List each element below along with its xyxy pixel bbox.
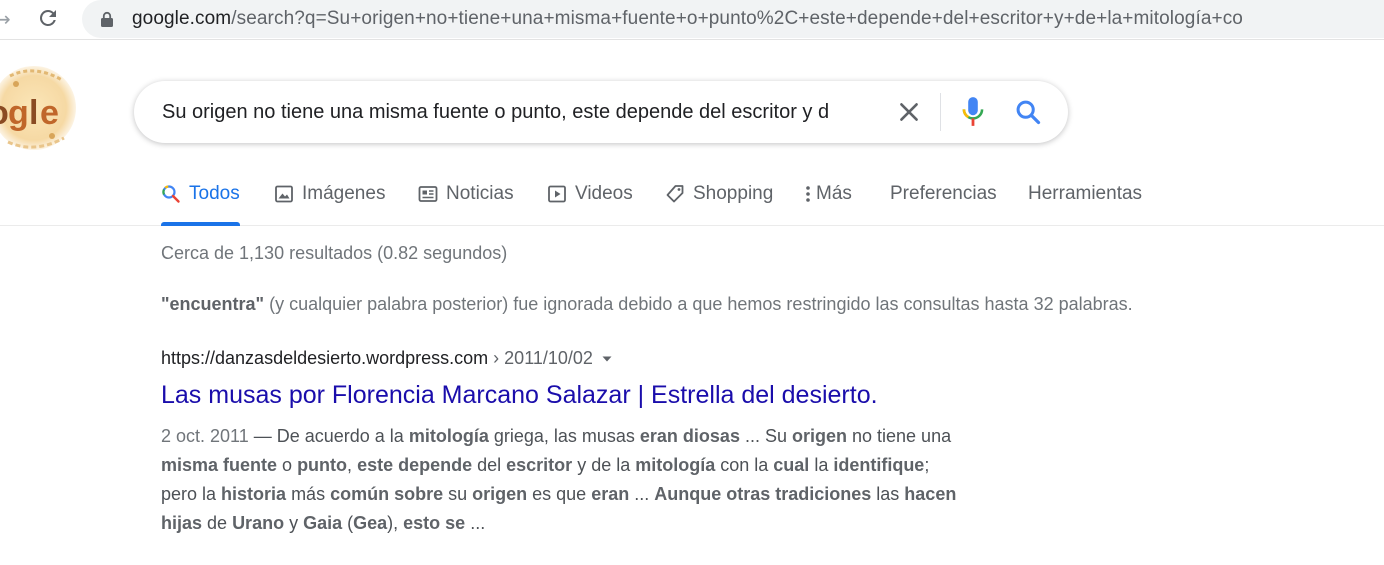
ignored-words-note: "encuentra" (y cualquier palabra posteri… bbox=[161, 294, 1133, 315]
search-box bbox=[134, 81, 1068, 143]
result-url: https://danzasdeldesierto.wordpress.com bbox=[161, 348, 489, 368]
search-icon bbox=[162, 185, 180, 203]
tab-label: Herramientas bbox=[1028, 183, 1143, 204]
snippet-text: no tiene una bbox=[847, 426, 952, 446]
snippet-highlight: Gea bbox=[353, 513, 388, 533]
snippet-highlight: este depende bbox=[357, 455, 473, 475]
snippet-highlight: punto bbox=[297, 455, 348, 475]
snippet-text: — De acuerdo a la bbox=[248, 426, 409, 446]
snippet-highlight: eran diosas bbox=[639, 426, 740, 446]
tab-mas[interactable]: Más bbox=[803, 170, 852, 226]
tab-noticias[interactable]: Noticias bbox=[418, 170, 514, 226]
svg-text:l: l bbox=[29, 94, 38, 132]
result-cite[interactable]: https://danzasdeldesierto.wordpress.com … bbox=[161, 345, 1021, 371]
snippet-text: su bbox=[443, 484, 473, 504]
news-icon bbox=[418, 186, 438, 202]
image-icon bbox=[275, 185, 293, 203]
forward-icon[interactable]: → bbox=[0, 8, 11, 30]
snippet-highlight: mitología bbox=[635, 455, 716, 475]
snippet-text: , bbox=[347, 455, 358, 475]
url-host: google.com bbox=[132, 8, 232, 29]
tab-todos[interactable]: Todos bbox=[161, 170, 240, 226]
tab-label: Imágenes bbox=[302, 183, 386, 204]
snippet-text: griega, las musas bbox=[488, 426, 640, 446]
clear-icon[interactable] bbox=[896, 99, 922, 125]
snippet-text: o bbox=[277, 455, 298, 475]
microphone-icon[interactable] bbox=[960, 96, 986, 128]
url-path: /search?q=Su+origen+no+tiene+una+misma+f… bbox=[231, 8, 1243, 29]
url-text[interactable]: google.com/search?q=Su+origen+no+tiene+u… bbox=[132, 0, 1243, 38]
tab-preferencias[interactable]: Preferencias bbox=[890, 170, 997, 226]
snippet-highlight: identifique bbox=[833, 455, 925, 475]
tab-label: Todos bbox=[189, 183, 240, 204]
search-result: https://danzasdeldesierto.wordpress.com … bbox=[161, 345, 1021, 538]
tab-label: Shopping bbox=[693, 183, 774, 204]
svg-text:e: e bbox=[40, 94, 59, 132]
ignored-message: (y cualquier palabra posterior) fue igno… bbox=[264, 294, 1133, 314]
snippet-highlight: origen bbox=[472, 484, 528, 504]
snippet-highlight: cual bbox=[773, 455, 810, 475]
search-tabs: Todos Imágenes Noticias Videos Shopping bbox=[0, 170, 1384, 226]
snippet-highlight: común sobre bbox=[330, 484, 444, 504]
tab-videos[interactable]: Videos bbox=[547, 170, 633, 226]
address-bar[interactable]: google.com/search?q=Su+origen+no+tiene+u… bbox=[82, 0, 1384, 38]
caret-down-icon[interactable] bbox=[601, 353, 613, 365]
result-snippet: 2 oct. 2011 — De acuerdo a la mitología … bbox=[161, 422, 961, 538]
snippet-text: ), bbox=[387, 513, 404, 533]
tab-label: Videos bbox=[575, 183, 633, 204]
lock-icon[interactable] bbox=[100, 11, 114, 27]
snippet-text: más bbox=[286, 484, 331, 504]
tab-imagenes[interactable]: Imágenes bbox=[274, 170, 385, 226]
snippet-highlight: eran bbox=[591, 484, 630, 504]
snippet-highlight: mitología bbox=[408, 426, 489, 446]
tab-herramientas[interactable]: Herramientas bbox=[1028, 170, 1142, 226]
snippet-highlight: Gaia bbox=[303, 513, 343, 533]
google-doodle-logo[interactable]: o g l e bbox=[0, 62, 82, 154]
result-stats: Cerca de 1,130 resultados (0.82 segundos… bbox=[161, 243, 508, 263]
snippet-text: ... bbox=[629, 484, 655, 504]
snippet-highlight: esto se bbox=[403, 513, 466, 533]
snippet-text: es que bbox=[527, 484, 592, 504]
snippet-text: las bbox=[871, 484, 905, 504]
snippet-highlight: Aunque otras tradiciones bbox=[654, 484, 872, 504]
tab-label: Noticias bbox=[446, 183, 514, 204]
snippet-text: del bbox=[472, 455, 507, 475]
snippet-text: y de la bbox=[572, 455, 636, 475]
snippet-highlight: origen bbox=[791, 426, 847, 446]
snippet-text: con la bbox=[715, 455, 774, 475]
tag-icon bbox=[666, 185, 684, 203]
tab-label: Más bbox=[816, 183, 852, 204]
reload-icon[interactable] bbox=[36, 6, 60, 30]
result-breadcrumb: › 2011/10/02 bbox=[488, 348, 593, 368]
svg-text:g: g bbox=[8, 94, 29, 132]
snippet-text: ( bbox=[342, 513, 354, 533]
search-divider bbox=[940, 93, 941, 131]
search-icon[interactable] bbox=[1014, 98, 1042, 126]
snippet-text: y bbox=[284, 513, 304, 533]
snippet-highlight: misma fuente bbox=[161, 455, 278, 475]
snippet-text: ... bbox=[465, 513, 486, 533]
browser-toolbar: → google.com/search?q=Su+origen+no+tiene… bbox=[0, 0, 1384, 40]
snippet-text: ... Su bbox=[739, 426, 792, 446]
ignored-word: "encuentra" bbox=[161, 294, 265, 314]
tab-shopping[interactable]: Shopping bbox=[665, 170, 773, 226]
result-date: 2 oct. 2011 bbox=[161, 426, 249, 446]
search-input[interactable] bbox=[162, 81, 884, 143]
result-title-link[interactable]: Las musas por Florencia Marcano Salazar … bbox=[161, 379, 1021, 411]
tab-label: Preferencias bbox=[890, 183, 997, 204]
snippet-body: — De acuerdo a la mitología griega, las … bbox=[161, 426, 956, 533]
snippet-highlight: Urano bbox=[232, 513, 285, 533]
snippet-highlight: historia bbox=[221, 484, 287, 504]
snippet-text: la bbox=[809, 455, 834, 475]
snippet-text: de bbox=[202, 513, 233, 533]
video-icon bbox=[548, 185, 566, 203]
snippet-highlight: escritor bbox=[506, 455, 573, 475]
more-icon bbox=[806, 186, 810, 202]
